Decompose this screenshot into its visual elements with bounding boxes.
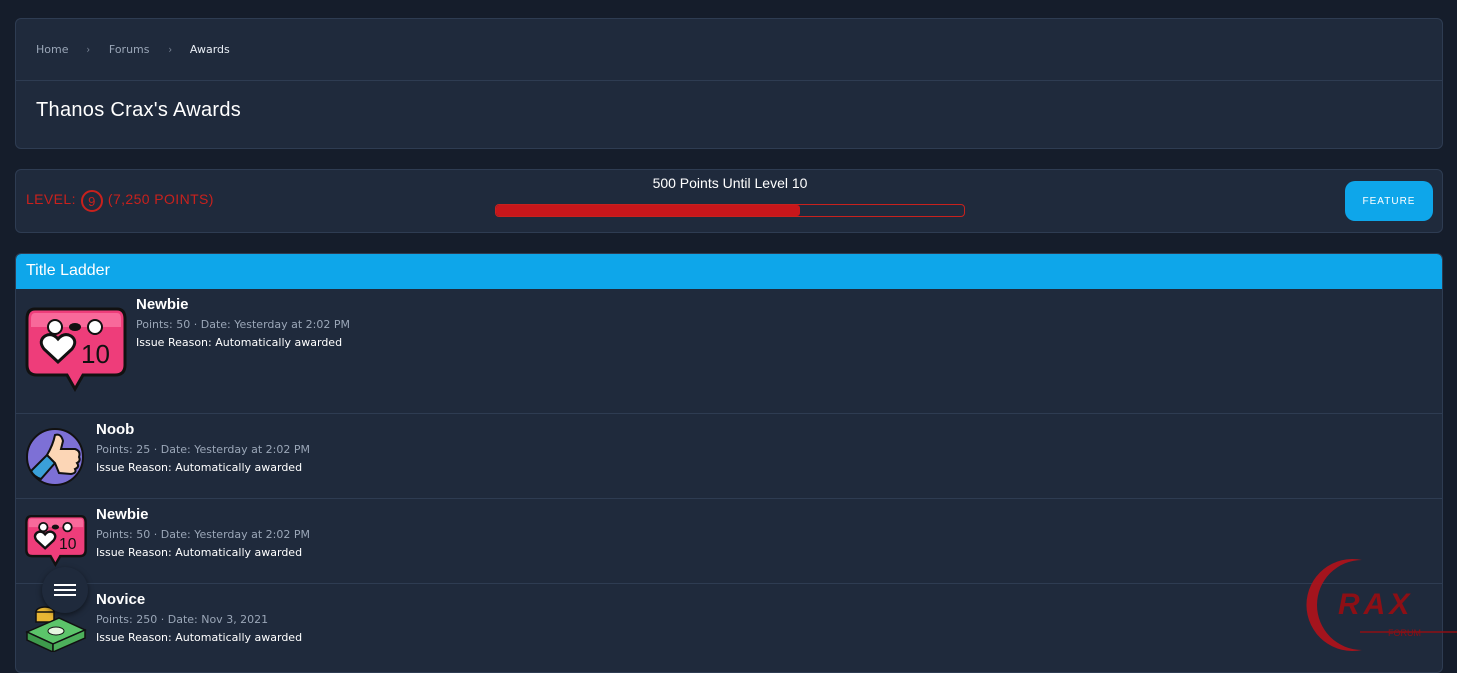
logo-brand-text: RAX — [1338, 588, 1413, 621]
award-reason: Issue Reason: Automatically awarded — [96, 546, 303, 559]
award-title: Noob — [96, 421, 135, 438]
heart-10-badge-icon: 10 — [25, 515, 87, 567]
title-ladder-card: Title Ladder 10 Newbie Points: 50 · Date… — [15, 253, 1443, 673]
header-card: Home › Forums › Awards Thanos Crax's Awa… — [15, 18, 1443, 149]
svg-text:10: 10 — [59, 536, 77, 553]
award-reason: Issue Reason: Automatically awarded — [96, 461, 303, 474]
logo-sub-text: FORUM — [1388, 628, 1421, 638]
breadcrumb-separator-icon: › — [167, 42, 172, 56]
breadcrumb-home[interactable]: Home — [36, 43, 68, 56]
award-title: Newbie — [136, 296, 189, 313]
level-number-badge: 9 — [80, 190, 103, 212]
level-label: LEVEL: — [26, 191, 76, 207]
heart-10-badge-icon: 10 — [25, 307, 127, 393]
level-progress-fill — [496, 205, 801, 216]
crax-forum-logo: RAX FORUM — [1306, 559, 1457, 651]
award-title: Newbie — [96, 506, 149, 523]
level-points: (7,250 POINTS) — [107, 191, 214, 207]
hamburger-icon — [54, 581, 76, 599]
ladder-row: Noob Points: 25 · Date: Yesterday at 2:0… — [16, 414, 1442, 499]
ladder-row: Novice Points: 250 · Date: Nov 3, 2021 I… — [16, 584, 1442, 668]
award-meta: Points: 25 · Date: Yesterday at 2:02 PM — [96, 443, 310, 456]
breadcrumb-awards: Awards — [189, 42, 230, 56]
award-meta: Points: 250 · Date: Nov 3, 2021 — [96, 613, 269, 626]
breadcrumb-separator-icon: › — [86, 42, 91, 56]
level-card: LEVEL: 9 (7,250 POINTS) 500 Points Until… — [15, 169, 1443, 233]
title-ladder-header: Title Ladder — [16, 254, 1442, 289]
svg-text:10: 10 — [81, 339, 110, 369]
level-progress-bar — [495, 204, 965, 217]
award-reason: Issue Reason: Automatically awarded — [96, 631, 303, 644]
level-summary: LEVEL: 9 (7,250 POINTS) — [26, 188, 214, 212]
breadcrumb-forums[interactable]: Forums — [109, 43, 150, 56]
award-reason: Issue Reason: Automatically awarded — [136, 336, 343, 349]
award-meta: Points: 50 · Date: Yesterday at 2:02 PM — [96, 528, 310, 541]
ladder-row: 10 Newbie Points: 50 · Date: Yesterday a… — [16, 499, 1442, 584]
award-title: Novice — [96, 591, 146, 608]
header-divider — [16, 80, 1442, 81]
breadcrumb: Home › Forums › Awards — [36, 41, 230, 57]
feature-button[interactable]: FEATURE — [1345, 181, 1433, 221]
points-until-next-level: 500 Points Until Level 10 — [652, 175, 808, 191]
menu-button[interactable] — [42, 567, 88, 613]
ladder-row: 10 Newbie Points: 50 · Date: Yesterday a… — [16, 289, 1442, 414]
award-meta: Points: 50 · Date: Yesterday at 2:02 PM — [136, 318, 350, 331]
page-title: Thanos Crax's Awards — [36, 99, 242, 121]
thumbs-up-icon — [26, 428, 84, 486]
